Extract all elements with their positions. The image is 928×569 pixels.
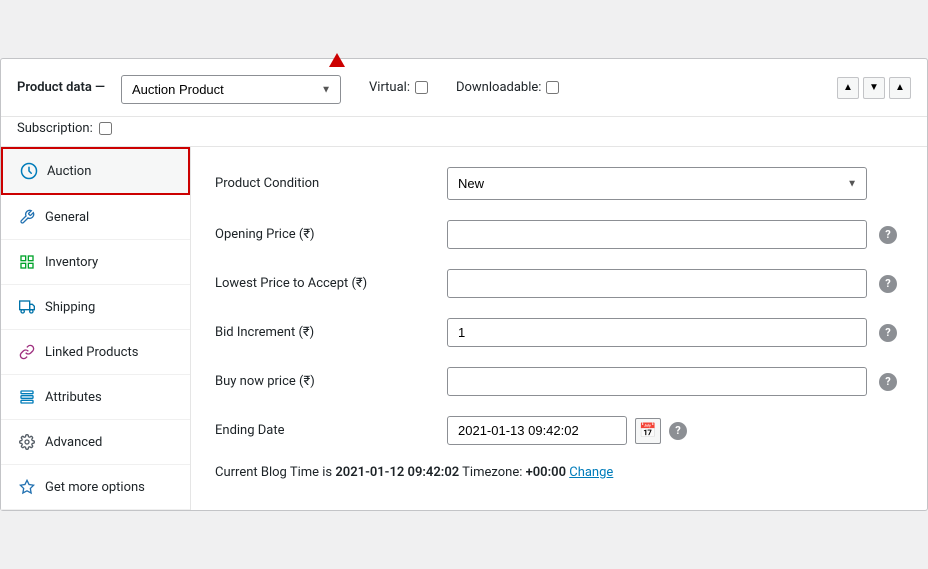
- sidebar-label-auction: Auction: [47, 164, 91, 179]
- buy-now-price-help-icon[interactable]: ?: [879, 373, 897, 391]
- sidebar-item-shipping[interactable]: Shipping: [1, 285, 190, 330]
- product-type-container: Auction Product Simple product Grouped p…: [121, 71, 341, 104]
- product-condition-row: Product Condition New Used Refurbished: [215, 167, 903, 200]
- bid-increment-help-icon[interactable]: ?: [879, 324, 897, 342]
- expand-down-button[interactable]: ▼: [863, 77, 885, 99]
- product-data-label: Product data —: [17, 80, 105, 95]
- sidebar-item-attributes[interactable]: Attributes: [1, 375, 190, 420]
- blog-time-prefix: Current Blog Time is: [215, 465, 335, 480]
- red-arrow-indicator: [329, 53, 345, 67]
- opening-price-label: Opening Price (₹): [215, 227, 435, 242]
- lowest-price-label: Lowest Price to Accept (₹): [215, 276, 435, 291]
- lowest-price-help-icon[interactable]: ?: [879, 275, 897, 293]
- subscription-bar: Subscription:: [1, 117, 927, 146]
- ending-date-row: Ending Date 📅 ?: [215, 416, 903, 445]
- expand-up-button[interactable]: ▲: [837, 77, 859, 99]
- link-icon: [17, 342, 37, 362]
- shipping-icon: [17, 297, 37, 317]
- sidebar-item-linked-products[interactable]: Linked Products: [1, 330, 190, 375]
- calendar-button[interactable]: 📅: [635, 418, 661, 444]
- opening-price-row: Opening Price (₹) ?: [215, 220, 903, 249]
- inventory-icon: [17, 252, 37, 272]
- downloadable-checkbox[interactable]: [546, 81, 559, 94]
- sidebar-item-advanced[interactable]: Advanced: [1, 420, 190, 465]
- change-timezone-link[interactable]: Change: [569, 465, 613, 480]
- buy-now-price-label: Buy now price (₹): [215, 374, 435, 389]
- gear-icon: [17, 432, 37, 452]
- opening-price-input[interactable]: [447, 220, 867, 249]
- sidebar-label-inventory: Inventory: [45, 255, 98, 270]
- content-panel: Product Condition New Used Refurbished O…: [191, 147, 927, 510]
- blog-timezone-label: Timezone:: [462, 465, 525, 480]
- product-condition-select[interactable]: New Used Refurbished: [447, 167, 867, 200]
- subscription-checkbox[interactable]: [99, 122, 112, 135]
- sidebar-item-general[interactable]: General: [1, 195, 190, 240]
- product-condition-label: Product Condition: [215, 176, 435, 191]
- sidebar-item-auction[interactable]: Auction: [1, 147, 190, 195]
- expand-chevron-button[interactable]: ▲: [889, 77, 911, 99]
- product-data-panel: Product data — Auction Product Simple pr…: [0, 58, 928, 511]
- star-icon: [17, 477, 37, 497]
- blog-timezone: +00:00: [526, 465, 566, 480]
- sidebar-item-get-more[interactable]: Get more options: [1, 465, 190, 510]
- bid-increment-row: Bid Increment (₹) ?: [215, 318, 903, 347]
- downloadable-label: Downloadable:: [456, 80, 559, 95]
- subscription-label: Subscription:: [17, 121, 93, 136]
- main-content: Auction General Inventory: [1, 146, 927, 510]
- product-type-select[interactable]: Auction Product Simple product Grouped p…: [121, 75, 341, 104]
- auction-icon: [19, 161, 39, 181]
- ending-date-controls: 📅 ?: [447, 416, 687, 445]
- bid-increment-label: Bid Increment (₹): [215, 325, 435, 340]
- sidebar: Auction General Inventory: [1, 147, 191, 510]
- top-bar-arrows: ▲ ▼ ▲: [837, 77, 911, 99]
- ending-date-label: Ending Date: [215, 423, 435, 438]
- wrench-icon: [17, 207, 37, 227]
- virtual-label: Virtual:: [369, 80, 428, 95]
- sidebar-label-get-more: Get more options: [45, 480, 145, 495]
- ending-date-help-icon[interactable]: ?: [669, 422, 687, 440]
- sidebar-label-shipping: Shipping: [45, 300, 95, 315]
- ending-date-input[interactable]: [447, 416, 627, 445]
- blog-time-datetime: 2021-01-12 09:42:02: [335, 465, 459, 480]
- sidebar-label-attributes: Attributes: [45, 390, 102, 405]
- lowest-price-input[interactable]: [447, 269, 867, 298]
- lowest-price-row: Lowest Price to Accept (₹) ?: [215, 269, 903, 298]
- product-condition-select-wrapper: New Used Refurbished: [447, 167, 867, 200]
- sidebar-label-advanced: Advanced: [45, 435, 102, 450]
- sidebar-label-general: General: [45, 210, 89, 225]
- buy-now-price-input[interactable]: [447, 367, 867, 396]
- top-bar: Product data — Auction Product Simple pr…: [1, 59, 927, 117]
- virtual-checkbox[interactable]: [415, 81, 428, 94]
- attributes-icon: [17, 387, 37, 407]
- product-type-select-wrapper: Auction Product Simple product Grouped p…: [121, 75, 341, 104]
- buy-now-price-row: Buy now price (₹) ?: [215, 367, 903, 396]
- blog-time-row: Current Blog Time is 2021-01-12 09:42:02…: [215, 465, 903, 480]
- sidebar-label-linked-products: Linked Products: [45, 345, 138, 360]
- opening-price-help-icon[interactable]: ?: [879, 226, 897, 244]
- bid-increment-input[interactable]: [447, 318, 867, 347]
- sidebar-item-inventory[interactable]: Inventory: [1, 240, 190, 285]
